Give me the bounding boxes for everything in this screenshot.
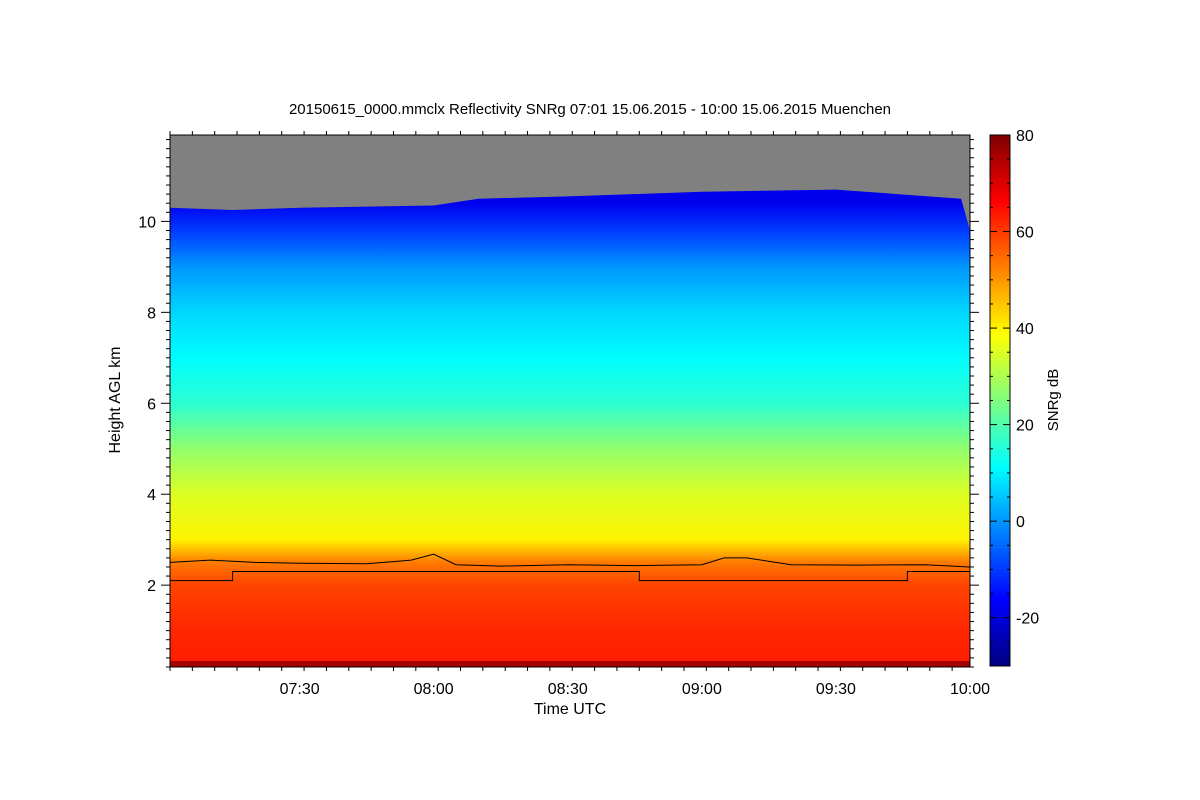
x-axis-label: Time UTC (534, 701, 606, 718)
y-tick-label: 8 (147, 305, 156, 322)
colorbar: -20 0 20 40 60 80 SNRg dB (989, 128, 1062, 667)
colorbar-tick-label: 20 (1016, 418, 1034, 435)
colorbar-label: SNRg dB (1045, 369, 1062, 432)
colorbar-tick-label: 0 (1016, 514, 1025, 531)
y-tick-label: 4 (147, 487, 156, 504)
x-tick-label: 10:00 (950, 681, 990, 698)
x-tick-label: 08:30 (548, 681, 588, 698)
y-tick-label: 10 (138, 214, 156, 231)
y-axis-label: Height AGL km (107, 346, 124, 453)
chart-title: 20150615_0000.mmclx Reflectivity SNRg 07… (289, 101, 891, 118)
chart: 20150615_0000.mmclx Reflectivity SNRg 07… (107, 101, 1062, 718)
colorbar-tick-label: 80 (1016, 128, 1034, 145)
x-tick-label: 07:30 (280, 681, 320, 698)
y-tick-label: 6 (147, 396, 156, 413)
colorbar-tick-label: 60 (1016, 225, 1034, 242)
y-tick-label: 2 (147, 578, 156, 595)
colorbar-tick-label: -20 (1016, 611, 1039, 628)
plot-area (170, 135, 970, 667)
ground-echo-band (170, 661, 970, 667)
colorbar-tick-label: 40 (1016, 321, 1034, 338)
x-tick-label: 09:00 (682, 681, 722, 698)
x-tick-label: 09:30 (816, 681, 856, 698)
echo-region (170, 189, 970, 667)
x-tick-label: 08:00 (414, 681, 454, 698)
